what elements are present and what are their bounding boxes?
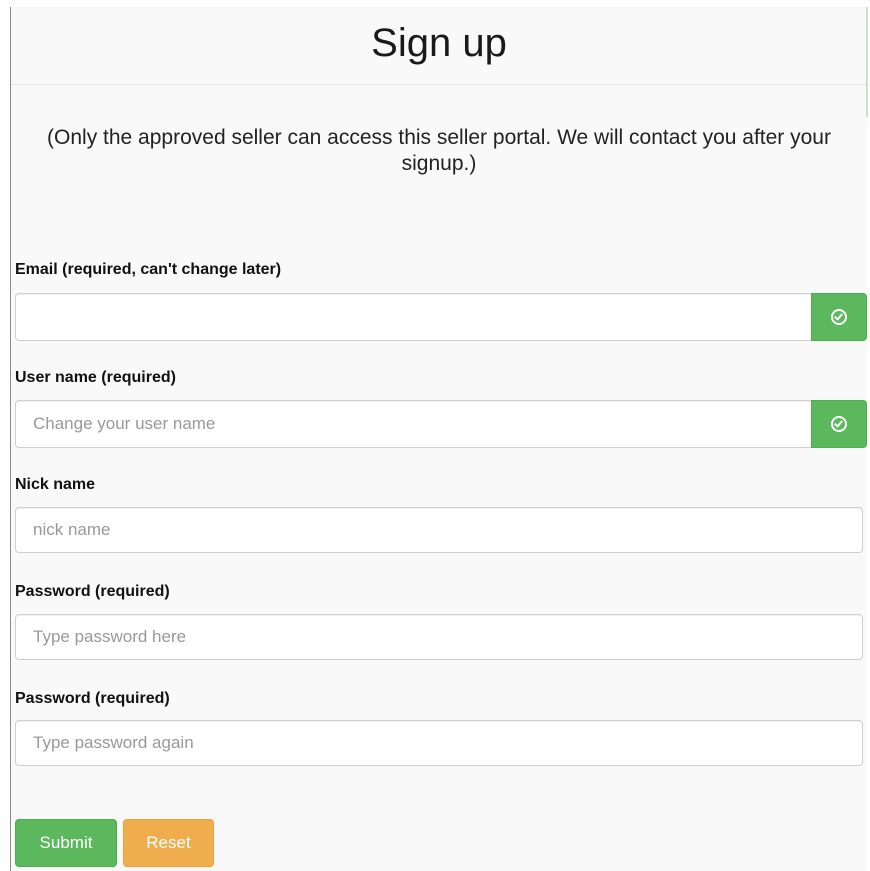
username-validate-button[interactable] — [811, 400, 867, 448]
check-circle-icon — [831, 416, 847, 432]
username-input-group: Change your user name — [15, 400, 867, 448]
approval-notice: (Only the approved seller can access thi… — [47, 126, 831, 175]
signup-panel: Sign up (Only the approved seller can ac… — [10, 7, 867, 871]
password-label: Password (required) — [15, 583, 170, 600]
password-confirm-label: Password (required) — [15, 690, 170, 707]
reset-button[interactable]: Reset — [123, 819, 214, 867]
page-header: Sign up — [11, 7, 867, 85]
email-validate-button[interactable] — [811, 293, 867, 341]
nickname-label: Nick name — [15, 476, 96, 493]
email-input-group — [15, 293, 867, 341]
window-edge — [866, 7, 868, 117]
password-input[interactable]: Type password here — [15, 614, 863, 660]
page-title: Sign up — [371, 21, 507, 65]
email-label: Email (required, can't change later) — [15, 261, 282, 278]
check-circle-icon — [831, 309, 847, 325]
username-input[interactable]: Change your user name — [15, 400, 811, 448]
password-confirm-input[interactable]: Type password again — [15, 720, 863, 766]
submit-button[interactable]: Submit — [15, 819, 117, 867]
username-label: User name (required) — [15, 369, 176, 386]
email-input[interactable] — [15, 293, 811, 341]
nickname-input[interactable]: nick name — [15, 507, 863, 553]
